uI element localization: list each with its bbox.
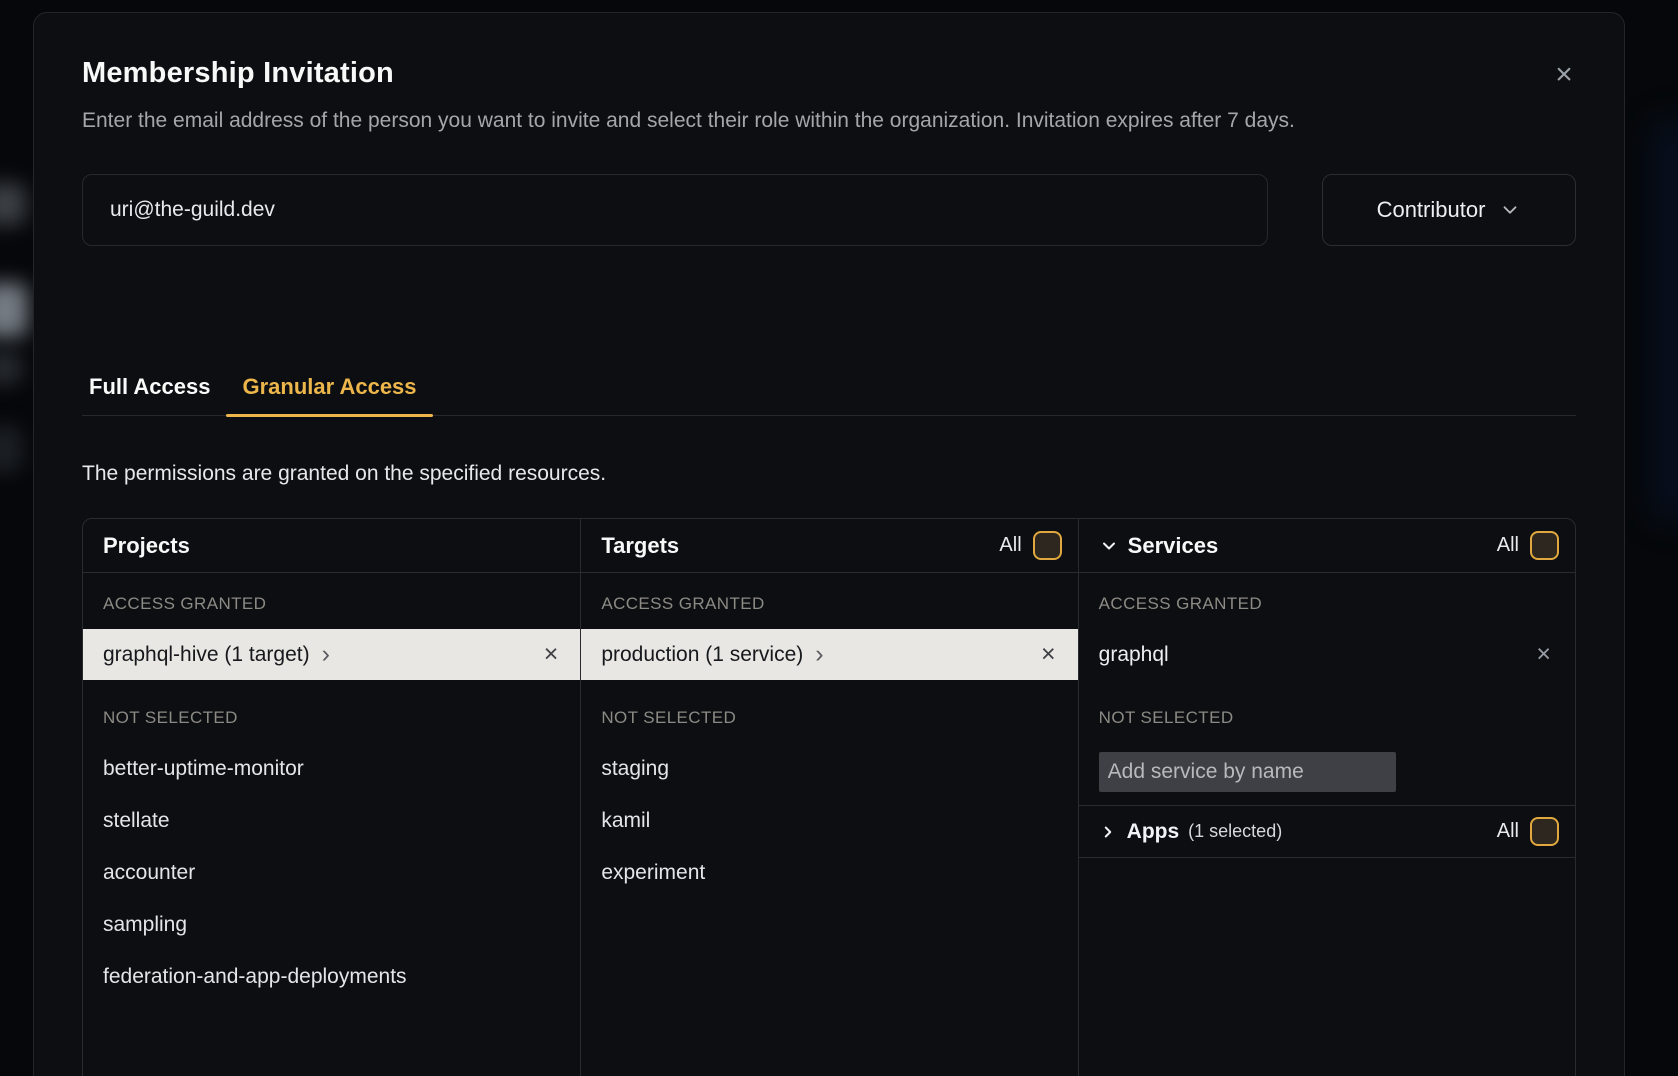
chevron-right-icon: › <box>322 642 330 667</box>
modal-title: Membership Invitation <box>82 57 1576 90</box>
granted-service-name: graphql <box>1099 643 1169 667</box>
membership-invitation-modal: × Membership Invitation Enter the email … <box>33 12 1625 1076</box>
selected-project-row[interactable]: graphql-hive (1 target) › × <box>83 629 580 680</box>
services-access-granted-label: ACCESS GRANTED <box>1079 573 1575 614</box>
remove-service-button[interactable]: × <box>1536 642 1551 667</box>
targets-all-checkbox[interactable] <box>1033 531 1062 560</box>
projects-list: better-uptime-monitor stellate accounter… <box>83 743 580 1003</box>
selected-project-name: graphql-hive (1 target) <box>103 643 310 667</box>
apps-selected-count: (1 selected) <box>1188 821 1282 842</box>
resources-table: Projects Targets All Services All <box>82 518 1576 1076</box>
remove-icon: × <box>1536 640 1551 668</box>
services-section: ACCESS GRANTED graphql × NOT SELECTED <box>1079 573 1575 806</box>
chevron-down-icon <box>1099 536 1119 556</box>
backdrop-blur-item <box>1652 120 1678 520</box>
remove-project-button[interactable]: × <box>544 642 559 667</box>
tab-granular-access[interactable]: Granular Access <box>226 374 432 415</box>
invite-row: Contributor <box>82 174 1576 246</box>
modal-description: Enter the email address of the person yo… <box>82 103 1502 138</box>
targets-list: staging kamil experiment <box>581 743 1077 899</box>
remove-icon: × <box>1041 640 1056 668</box>
projects-column-header: Projects <box>83 519 580 572</box>
project-item[interactable]: accounter <box>83 847 580 899</box>
services-all-label: All <box>1497 534 1519 557</box>
services-not-selected-label: NOT SELECTED <box>1079 680 1575 728</box>
close-button[interactable]: × <box>1542 53 1586 97</box>
targets-column: ACCESS GRANTED production (1 service) › … <box>580 573 1077 1076</box>
project-item[interactable]: federation-and-app-deployments <box>83 951 580 1003</box>
projects-not-selected-label: NOT SELECTED <box>83 680 580 728</box>
projects-column: ACCESS GRANTED graphql-hive (1 target) ›… <box>83 573 580 1076</box>
remove-icon: × <box>544 640 559 668</box>
targets-access-granted-label: ACCESS GRANTED <box>581 573 1077 614</box>
resources-table-body: ACCESS GRANTED graphql-hive (1 target) ›… <box>83 573 1575 1076</box>
services-header-label: Services <box>1128 533 1219 559</box>
targets-column-header: Targets All <box>580 519 1077 572</box>
chevron-right-icon <box>1099 823 1117 841</box>
chevron-right-icon: › <box>815 642 823 667</box>
role-select[interactable]: Contributor <box>1322 174 1576 246</box>
apps-all-label: All <box>1497 820 1519 843</box>
services-column: ACCESS GRANTED graphql × NOT SELECTED <box>1078 573 1575 1076</box>
target-item[interactable]: kamil <box>581 795 1077 847</box>
access-tabs: Full Access Granular Access <box>82 374 1576 416</box>
selected-target-row[interactable]: production (1 service) › × <box>581 629 1077 680</box>
project-item[interactable]: sampling <box>83 899 580 951</box>
close-icon: × <box>1555 58 1573 91</box>
apps-label: Apps <box>1127 820 1180 844</box>
apps-section-row[interactable]: Apps (1 selected) All <box>1079 806 1575 858</box>
selected-target-name: production (1 service) <box>601 643 803 667</box>
granted-service-row[interactable]: graphql × <box>1079 629 1575 680</box>
services-all-checkbox[interactable] <box>1530 531 1559 560</box>
projects-access-granted-label: ACCESS GRANTED <box>83 573 580 614</box>
target-item[interactable]: experiment <box>581 847 1077 899</box>
backdrop-blur-item <box>0 352 22 384</box>
resources-table-header: Projects Targets All Services All <box>83 519 1575 573</box>
permissions-note: The permissions are granted on the speci… <box>82 462 1576 486</box>
backdrop-blur-item <box>0 426 22 472</box>
services-column-header[interactable]: Services All <box>1078 519 1575 572</box>
project-item[interactable]: stellate <box>83 795 580 847</box>
apps-all-checkbox[interactable] <box>1530 817 1559 846</box>
targets-not-selected-label: NOT SELECTED <box>581 680 1077 728</box>
add-service-input[interactable] <box>1099 752 1396 792</box>
email-input[interactable] <box>82 174 1268 246</box>
backdrop-blur-item <box>0 283 28 337</box>
backdrop-blur-item <box>0 183 26 225</box>
targets-all-label: All <box>999 534 1021 557</box>
remove-target-button[interactable]: × <box>1041 642 1056 667</box>
chevron-down-icon <box>1499 199 1521 221</box>
targets-header-label: Targets <box>601 533 679 559</box>
projects-header-label: Projects <box>103 533 190 559</box>
tab-full-access[interactable]: Full Access <box>82 374 226 415</box>
target-item[interactable]: staging <box>581 743 1077 795</box>
project-item[interactable]: better-uptime-monitor <box>83 743 580 795</box>
role-selected-value: Contributor <box>1377 197 1486 223</box>
page-backdrop: × Membership Invitation Enter the email … <box>0 0 1678 1076</box>
